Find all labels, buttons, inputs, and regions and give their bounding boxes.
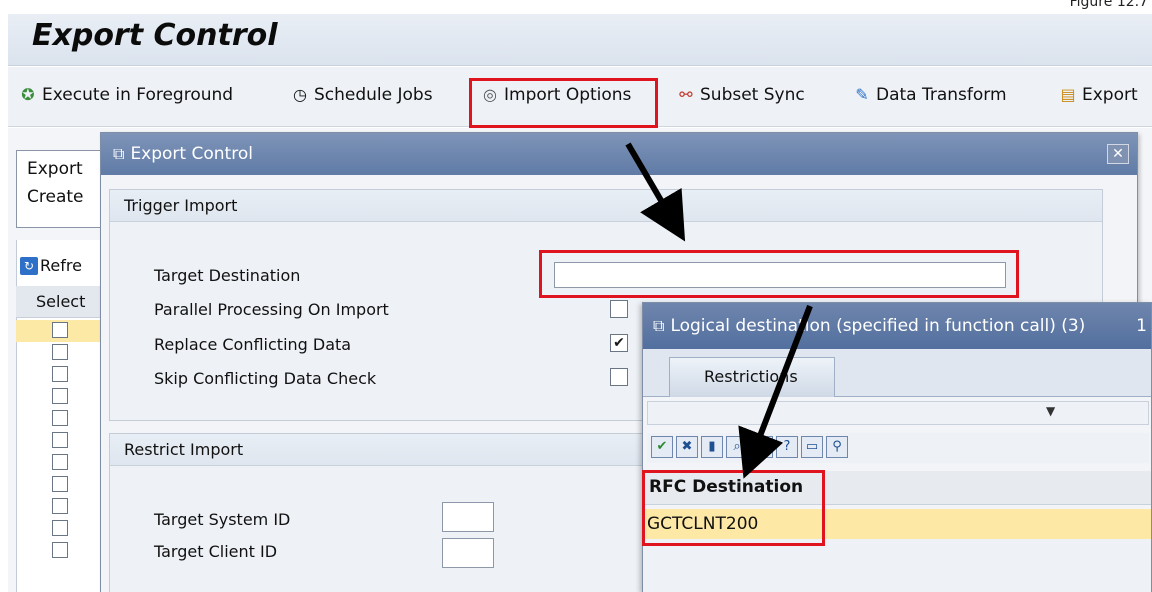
arrow-to-rfc-destination [738,304,813,479]
annotation-arrows [625,142,813,479]
arrow-to-target-destination [625,142,686,242]
